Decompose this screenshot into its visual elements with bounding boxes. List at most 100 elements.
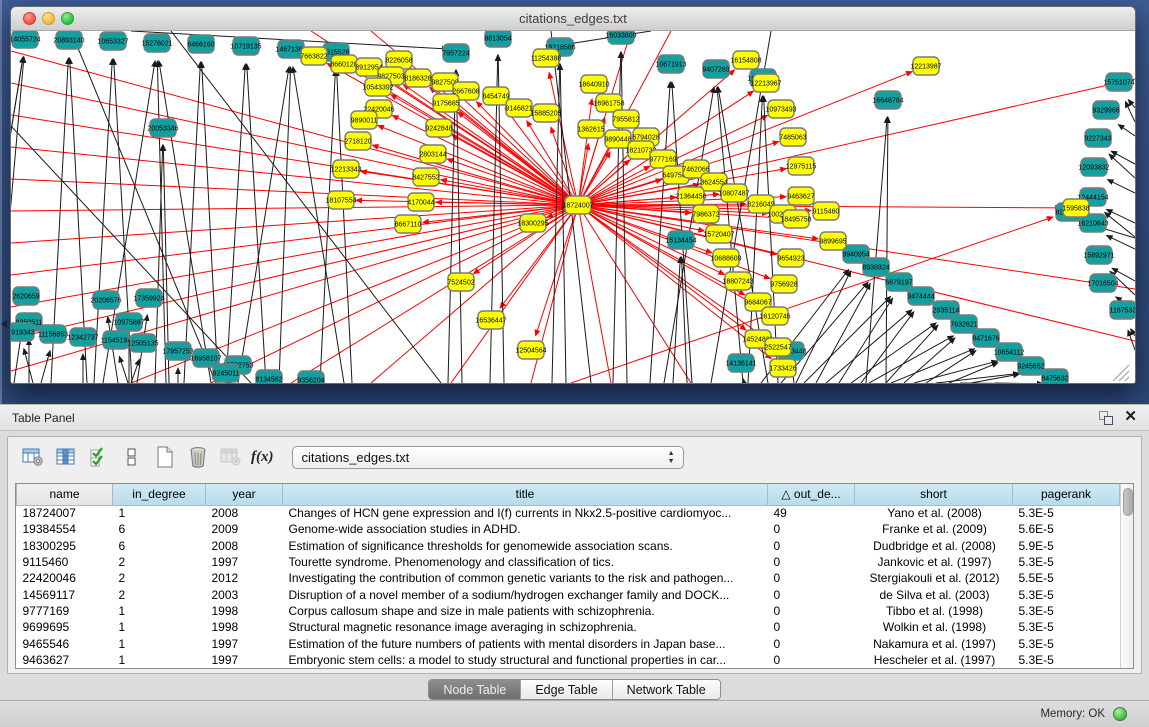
graph-node[interactable]: 15892971 [1083, 246, 1114, 264]
table-cell[interactable]: 1997 [206, 635, 283, 651]
graph-node[interactable]: 9899695 [819, 232, 846, 250]
table-cell[interactable]: 9699695 [17, 619, 113, 635]
table-cell[interactable]: 6 [113, 538, 206, 554]
table-row[interactable]: 1938455462009Genome-wide association stu… [17, 521, 1120, 537]
graph-node[interactable]: 17016504 [1087, 274, 1118, 292]
table-cell[interactable]: 2012 [206, 570, 283, 586]
graph-node[interactable]: 1595838 [1062, 199, 1089, 217]
table-cell[interactable]: Disruption of a novel member of a sodium… [283, 586, 768, 602]
table-cell[interactable]: 2008 [206, 538, 283, 554]
graph-node[interactable]: 18640910 [578, 75, 609, 93]
graph-node[interactable]: 16120746 [759, 307, 790, 325]
table-cell[interactable]: 5.3E-5 [1013, 603, 1120, 619]
table-cell[interactable]: 0 [768, 652, 855, 668]
graph-node[interactable]: 10807487 [718, 184, 749, 202]
graph-node[interactable]: 8660128 [330, 55, 357, 73]
graph-node[interactable]: 2718120 [344, 132, 371, 150]
table-scrollbar[interactable] [1120, 484, 1133, 668]
graph-node[interactable]: 10543392 [362, 78, 393, 96]
graph-node[interactable]: 8134562 [255, 370, 282, 383]
table-cell[interactable]: Jankovic et al. (1997) [855, 554, 1013, 570]
table-row[interactable]: 969969511998Structural magnetic resonanc… [17, 619, 1120, 635]
table-cell[interactable]: 6 [113, 521, 206, 537]
graph-node[interactable]: 17359924 [133, 289, 164, 307]
graph-node[interactable]: 9407289 [702, 60, 729, 78]
float-panel-icon[interactable] [1099, 411, 1113, 425]
table-row[interactable]: 946362711997Embryonic stem cells: a mode… [17, 652, 1120, 668]
table-row[interactable]: 1830029562008Estimation of significance … [17, 538, 1120, 554]
table-cell[interactable]: 0 [768, 635, 855, 651]
table-cell[interactable]: 1997 [206, 554, 283, 570]
graph-node[interactable]: 9356204 [297, 371, 324, 383]
table-scrollbar-thumb[interactable] [1123, 488, 1133, 516]
network-canvas[interactable]: 1405572420893140106533271527602164661601… [11, 31, 1135, 383]
graph-node[interactable]: 15720407 [703, 225, 734, 243]
graph-node[interactable]: 9890011 [351, 111, 378, 129]
table-cell[interactable]: 5.9E-5 [1013, 538, 1120, 554]
tab-node-table[interactable]: Node Table [429, 680, 521, 699]
table-cell[interactable]: Investigating the contribution of common… [283, 570, 768, 586]
graph-node[interactable]: 9245011 [213, 364, 240, 382]
tab-network-table[interactable]: Network Table [613, 680, 720, 699]
graph-node[interactable]: 10671913 [655, 55, 686, 73]
table-cell[interactable]: 0 [768, 538, 855, 554]
table-cell[interactable]: Changes of HCN gene expression and I(f) … [283, 505, 768, 521]
graph-node[interactable]: 15134454 [665, 231, 696, 249]
table-cell[interactable]: Stergiakouli et al. (2012) [855, 570, 1013, 586]
graph-node[interactable]: 9654923 [777, 249, 804, 267]
panel-toggle-arrow-icon[interactable] [1, 320, 7, 328]
graph-node[interactable]: 14136141 [725, 354, 756, 372]
table-cell[interactable]: 1 [113, 505, 206, 521]
graph-node[interactable]: 7663822 [300, 47, 327, 65]
table-cell[interactable]: 2 [113, 570, 206, 586]
graph-node[interactable]: 1733426 [769, 359, 796, 377]
table-cell[interactable]: 49 [768, 505, 855, 521]
table-cell[interactable]: 9463627 [17, 652, 113, 668]
graph-node[interactable]: 14055724 [11, 31, 41, 48]
table-cell[interactable]: Structural magnetic resonance image aver… [283, 619, 768, 635]
table-cell[interactable]: de Silva et al. (2003) [855, 586, 1013, 602]
graph-node[interactable]: 15885205 [530, 104, 561, 122]
graph-node[interactable]: 12342737 [67, 328, 98, 346]
close-panel-icon[interactable]: ✕ [1124, 409, 1137, 425]
graph-node[interactable]: 10653327 [97, 32, 128, 50]
graph-node[interactable]: 6879197 [885, 273, 912, 291]
table-cell[interactable]: Tibbo et al. (1998) [855, 603, 1013, 619]
table-select-combobox[interactable]: citations_edges.txt ▲▼ [292, 446, 684, 469]
graph-node[interactable]: 10719135 [230, 37, 261, 55]
graph-node[interactable]: 3919343 [11, 323, 35, 341]
graph-node[interactable]: 16536447 [475, 311, 506, 329]
table-cell[interactable]: 0 [768, 603, 855, 619]
row-height-icon[interactable] [119, 444, 145, 470]
table-cell[interactable]: 1998 [206, 603, 283, 619]
show-column-icon[interactable] [53, 444, 79, 470]
graph-node[interactable]: 9474444 [907, 287, 934, 305]
graph-node[interactable]: 7986372 [692, 205, 719, 223]
graph-node[interactable]: 18724007 [562, 196, 593, 214]
table-cell[interactable]: 9777169 [17, 603, 113, 619]
graph-node[interactable]: 12504564 [515, 341, 546, 359]
graph-node[interactable]: 10973493 [765, 100, 796, 118]
table-row[interactable]: 911546021997Tourette syndrome. Phenomeno… [17, 554, 1120, 570]
table-cell[interactable]: 1 [113, 635, 206, 651]
graph-node[interactable]: 20893140 [53, 31, 84, 49]
table-cell[interactable]: 5.3E-5 [1013, 652, 1120, 668]
table-cell[interactable]: Estimation of significance thresholds fo… [283, 538, 768, 554]
graph-node[interactable]: 8667110 [395, 215, 422, 233]
table-cell[interactable]: 2 [113, 554, 206, 570]
graph-node[interactable]: 11254388 [531, 49, 562, 67]
graph-node[interactable]: 9146821 [505, 99, 532, 117]
table-settings-icon[interactable] [20, 444, 46, 470]
graph-node[interactable]: 9329966 [1092, 101, 1119, 119]
graph-node[interactable]: 9227343 [1084, 129, 1111, 147]
graph-node[interactable]: 18107554 [325, 191, 356, 209]
tab-edge-table[interactable]: Edge Table [521, 680, 612, 699]
table-cell[interactable]: 2 [113, 586, 206, 602]
graph-node[interactable]: 8813054 [484, 31, 511, 47]
table-cell[interactable]: Hescheler et al. (1997) [855, 652, 1013, 668]
table-cell[interactable]: 5.3E-5 [1013, 586, 1120, 602]
table-cell[interactable]: Wolkin et al. (1998) [855, 619, 1013, 635]
column-header-year[interactable]: year [206, 484, 283, 505]
graph-node[interactable]: 2522547 [764, 338, 791, 356]
table-cell[interactable]: Yano et al. (2008) [855, 505, 1013, 521]
